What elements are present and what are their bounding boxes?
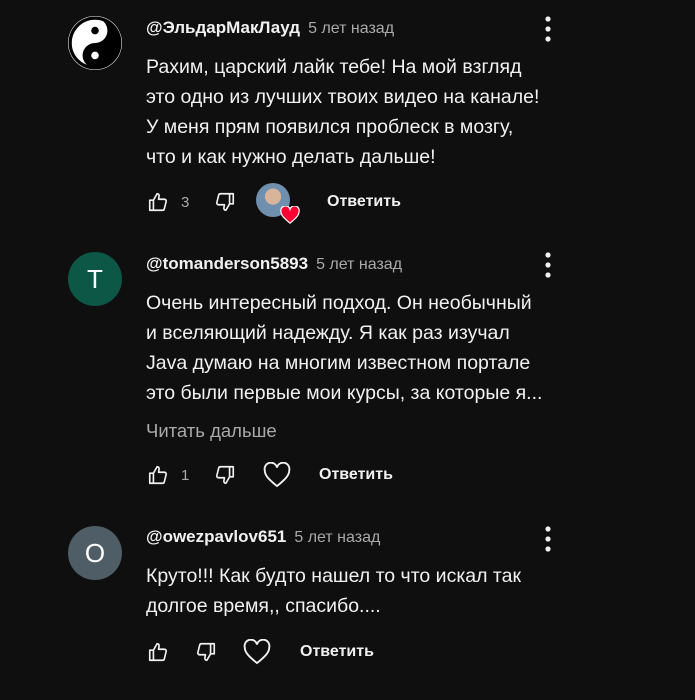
comment-line: Круто!!! Как будто нашел то что искал та…: [146, 565, 522, 587]
comment-time[interactable]: 5 лет назад: [294, 529, 380, 547]
comment-line: долгое время,, спасибо....: [146, 595, 381, 617]
dislike-button[interactable]: [194, 640, 218, 664]
avatar[interactable]: T: [68, 252, 122, 306]
comment-line: Рахим, царский лайк тебе! На мой взгляд: [146, 56, 522, 78]
thumbs-down-icon: [215, 465, 235, 485]
heart-icon: [280, 206, 300, 224]
heart-outline-icon: [263, 462, 291, 488]
heart-button[interactable]: [242, 637, 272, 667]
comment-line: что и как нужно делать дальше!: [146, 146, 436, 168]
comment: O @owezpavlov651 5 лет назад Круто!!! Ка…: [0, 500, 695, 700]
comment-author[interactable]: @tomanderson5893: [146, 254, 308, 274]
thumbs-up-icon: [148, 642, 168, 662]
more-vertical-icon: [545, 252, 551, 278]
like-button[interactable]: [146, 640, 170, 664]
avatar[interactable]: [68, 16, 122, 70]
comment-line: и вселяющий надежду. Я как раз изучал: [146, 322, 510, 344]
read-more-link[interactable]: Читать дальше: [146, 418, 596, 444]
like-button[interactable]: [146, 190, 170, 214]
creator-heart-badge: [256, 183, 300, 224]
comment-line: У меня прям появился проблеск в мозгу,: [146, 116, 514, 138]
thumbs-up-icon: [148, 465, 168, 485]
comment: T @tomanderson5893 5 лет назад Очень инт…: [0, 230, 695, 500]
like-count: 3: [181, 193, 190, 211]
comment-time[interactable]: 5 лет назад: [316, 256, 402, 274]
reply-button[interactable]: Ответить: [319, 466, 393, 484]
comment-line: Очень интересный подход. Он необычный: [146, 292, 532, 314]
reply-button[interactable]: Ответить: [300, 643, 374, 661]
comment-line: Java думаю на многим известном портале: [146, 352, 531, 374]
like-count: 1: [181, 466, 190, 484]
heart-outline-icon: [243, 639, 271, 665]
like-button[interactable]: [146, 463, 170, 487]
comment-text: Рахим, царский лайк тебе! На мой взгляд …: [146, 52, 596, 172]
thumbs-down-icon: [215, 192, 235, 212]
comment-line: это одно из лучших твоих видео на канале…: [146, 86, 540, 108]
more-vertical-icon: [545, 16, 551, 42]
comment: @ЭльдарМакЛауд 5 лет назад Рахим, царски…: [0, 0, 695, 230]
avatar-letter: T: [87, 263, 103, 294]
yin-yang-icon: [68, 16, 122, 70]
avatar[interactable]: O: [68, 526, 122, 580]
comment-text: Очень интересный подход. Он необычный и …: [146, 288, 596, 408]
avatar-letter: O: [84, 537, 106, 568]
reply-button[interactable]: Ответить: [327, 193, 401, 211]
dislike-button[interactable]: [213, 190, 237, 214]
comment-menu-button[interactable]: [536, 14, 560, 44]
comment-menu-button[interactable]: [536, 250, 560, 280]
dislike-button[interactable]: [213, 463, 237, 487]
heart-button[interactable]: [262, 460, 292, 490]
comment-author[interactable]: @owezpavlov651: [146, 527, 286, 547]
comment-author[interactable]: @ЭльдарМакЛауд: [146, 18, 300, 38]
more-vertical-icon: [545, 526, 551, 552]
comment-text: Круто!!! Как будто нашел то что искал та…: [146, 561, 596, 621]
comment-time[interactable]: 5 лет назад: [308, 20, 394, 38]
thumbs-down-icon: [196, 642, 216, 662]
comment-menu-button[interactable]: [536, 524, 560, 554]
thumbs-up-icon: [148, 192, 168, 212]
comment-line: это были первые мои курсы, за которые я.…: [146, 382, 543, 404]
